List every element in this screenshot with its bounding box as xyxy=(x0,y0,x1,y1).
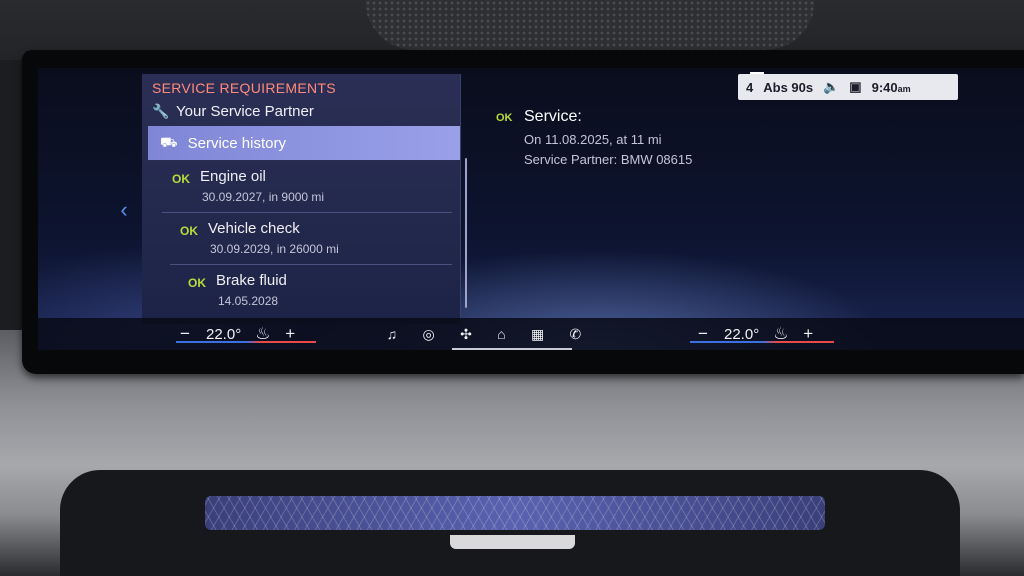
left-temp-value[interactable]: 22.0° xyxy=(206,326,241,343)
service-requirements-panel: SERVICE REQUIREMENTS 🔧 Your Service Part… xyxy=(142,74,461,324)
ambient-light-strip xyxy=(205,496,825,530)
item-name: Engine oil xyxy=(200,168,266,185)
item-detail: 14.05.2028 xyxy=(218,294,279,308)
message-icon[interactable]: ▣ xyxy=(849,79,861,95)
service-history-label: Service history xyxy=(187,134,286,152)
list-item-engine-oil[interactable]: OK Engine oil 30.09.2027, in 9000 mi xyxy=(162,162,452,213)
detail-date: On 11.08.2025, at 11 mi xyxy=(524,132,662,147)
home-active-indicator xyxy=(452,348,572,350)
list-scrollbar[interactable] xyxy=(465,158,467,308)
signal-indicator: 4 xyxy=(746,79,754,95)
right-temp-indicator xyxy=(690,341,834,343)
home-icon[interactable]: ⌂ xyxy=(497,326,505,342)
detail-status-badge: OK xyxy=(496,112,513,124)
item-name: Brake fluid xyxy=(216,272,287,289)
car-history-icon: ⛟ xyxy=(160,133,178,150)
wrench-icon: 🔧 xyxy=(152,103,170,119)
item-detail: 30.09.2027, in 9000 mi xyxy=(202,190,325,204)
clock-time: 9:40 xyxy=(871,79,898,95)
shortcut-bar: ♫ ◎ ✣ ⌂ ▦ ✆ xyxy=(374,318,594,350)
status-bar: 4 Abs 90s 🔈 ▣ 9:40am xyxy=(738,74,958,100)
clock: 9:40am xyxy=(872,80,911,95)
item-name: Vehicle check xyxy=(208,220,300,237)
bottom-bar: − 22.0° ♨ + ♫ ◎ ✣ ⌂ ▦ ✆ − 22.0° ♨ + xyxy=(38,318,1024,350)
speaker-icon[interactable]: 🔈 xyxy=(823,79,839,95)
status-badge: OK xyxy=(172,172,190,186)
service-history-item[interactable]: ⛟ Service history xyxy=(148,126,460,160)
list-item-brake-fluid[interactable]: OK Brake fluid 14.05.2028 xyxy=(178,266,452,316)
music-icon[interactable]: ♫ xyxy=(387,326,398,342)
list-item-vehicle-check[interactable]: OK Vehicle check 30.09.2029, in 26000 mi xyxy=(170,214,452,265)
clock-ampm: am xyxy=(897,83,911,94)
panel-subtitle-label: Your Service Partner xyxy=(176,102,314,120)
phone-icon[interactable]: ✆ xyxy=(570,326,582,343)
right-temp-value[interactable]: 22.0° xyxy=(724,326,759,343)
status-badge: OK xyxy=(180,224,198,238)
apps-grid-icon[interactable]: ▦ xyxy=(531,326,544,343)
item-detail: 30.09.2029, in 26000 mi xyxy=(210,242,339,256)
chevron-left-icon[interactable]: ‹ xyxy=(114,198,134,222)
fan-icon[interactable]: ✣ xyxy=(460,326,472,343)
detail-partner: Service Partner: BMW 08615 xyxy=(524,152,693,167)
detail-title: Service: xyxy=(524,108,582,125)
service-partner-link[interactable]: 🔧 Your Service Partner xyxy=(152,100,452,122)
navigation-icon[interactable]: ◎ xyxy=(423,326,435,343)
left-temp-indicator xyxy=(176,341,316,343)
infotainment-screen: ‹ SERVICE REQUIREMENTS 🔧 Your Service Pa… xyxy=(38,68,1024,350)
console-slot xyxy=(450,535,575,549)
abs-indicator: Abs 90s xyxy=(763,79,814,95)
speaker-grille xyxy=(365,0,815,50)
panel-title: SERVICE REQUIREMENTS xyxy=(152,80,336,96)
status-badge: OK xyxy=(188,276,206,290)
